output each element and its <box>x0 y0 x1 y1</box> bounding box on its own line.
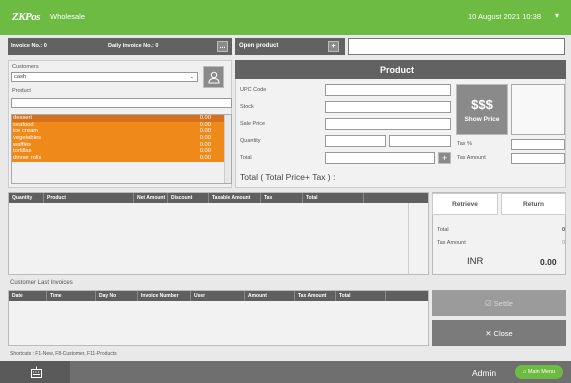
more-button[interactable]: ... <box>217 41 228 52</box>
datetime: 10 August 2021 10:38 <box>468 12 541 21</box>
col-user: User <box>191 291 245 301</box>
total-formula: Total ( Total Price+ Tax ) : <box>240 172 336 182</box>
top-bar: ZKPos Wholesale 10 August 2021 10:38 ▾ <box>0 0 571 35</box>
list-item[interactable]: ice cream 0.00 <box>12 128 231 136</box>
last-invoices-table: Date Time Day No Invoice Number User Amo… <box>8 290 429 346</box>
grand-total: 0.00 <box>540 257 557 267</box>
list-item[interactable]: seafood 0.00 <box>12 121 231 129</box>
customers-selected: cash <box>14 74 27 80</box>
close-button[interactable]: ✕ Close <box>432 320 566 346</box>
keyboard-icon <box>31 366 42 378</box>
list-item[interactable]: tortillas 0.00 <box>12 148 231 156</box>
product-panel-title: Product <box>380 65 415 75</box>
checkbox-icon: ☑ <box>485 298 492 308</box>
shortcuts-hint: Shortcuts : F1-New, F8-Customer, F11-Pro… <box>10 351 117 357</box>
cart-table-scrollbar[interactable] <box>408 203 418 275</box>
quantity-label: Quantity <box>240 138 261 144</box>
product-list: dessert 0.00 seafood 0.00 ice cream 0.00 ve… <box>11 114 232 184</box>
col-inv-total: Total <box>336 291 386 301</box>
col-amount: Amount <box>245 291 295 301</box>
upc-label: UPC Code <box>240 87 267 93</box>
col-product: Product <box>44 193 134 203</box>
tax-pct-label: Tax % <box>457 141 472 147</box>
col-tax: Tax <box>261 193 303 203</box>
tax-pct-input[interactable] <box>511 139 565 150</box>
main-menu-label: Main Menu <box>527 369 556 375</box>
last-invoices-header: Date Time Day No Invoice Number User Amo… <box>9 291 428 301</box>
user-name: Admin <box>472 368 497 378</box>
invoice-no: Invoice No.: 0 <box>11 43 47 49</box>
col-taxable-amount: Taxable Amount <box>209 193 261 203</box>
keyboard-button[interactable] <box>0 361 70 383</box>
main-menu-button[interactable]: ⌂ Main Menu <box>515 365 563 379</box>
cart-table-header: Quantity Product Net Amount Discount Tax… <box>9 193 428 203</box>
tax-amount-input[interactable] <box>511 153 565 164</box>
chevron-down-icon[interactable]: ▾ <box>555 11 559 20</box>
list-item[interactable]: vegetables 0.00 <box>12 135 231 142</box>
upc-input[interactable] <box>325 84 451 96</box>
user-icon <box>207 71 220 83</box>
close-label: Close <box>493 328 513 338</box>
open-product-add-button[interactable]: + <box>328 41 339 52</box>
invoice-bar: Invoice No.: 0 Daily Invoice No.: 0 ... <box>8 38 232 55</box>
summary-total-value: 0 <box>561 227 565 233</box>
open-product-label: Open product <box>239 43 279 49</box>
col-day-no: Day No <box>96 291 138 301</box>
list-scrollbar[interactable] <box>224 115 231 183</box>
settle-label: Settle <box>493 298 513 308</box>
home-icon: ⌂ <box>522 369 527 375</box>
chevron-down-icon: ⌄ <box>189 74 194 80</box>
last-invoices-title: Customer Last Invoices <box>10 280 73 286</box>
currency-label: INR <box>467 256 484 267</box>
col-discount: Discount <box>168 193 209 203</box>
customers-label: Customers <box>12 64 39 70</box>
settle-button[interactable]: ☑ Settle <box>432 290 566 316</box>
open-product-bar: Open product + <box>235 38 345 55</box>
dollar-icon: $$$ <box>471 96 493 112</box>
close-icon: ✕ <box>485 328 492 338</box>
sale-price-label: Sale Price <box>240 121 266 127</box>
total-label: Total <box>240 155 252 161</box>
summary-total-label: Total <box>437 227 449 233</box>
stock-input[interactable] <box>325 101 451 113</box>
summary-tax: Tax Amount 0 <box>437 240 565 246</box>
summary-tax-label: Tax Amount <box>437 240 466 246</box>
tax-amount-label: Tax Amount <box>457 155 486 161</box>
quantity-input[interactable] <box>325 135 386 147</box>
sale-price-input[interactable] <box>325 118 451 130</box>
bottom-bar: Admin ⌂ Main Menu <box>0 361 571 383</box>
daily-invoice-no: Daily Invoice No.: 0 <box>108 43 159 49</box>
retrieve-button[interactable]: Retrieve <box>432 193 498 215</box>
col-date: Date <box>9 291 47 301</box>
quantity-unit-input[interactable] <box>389 135 451 147</box>
show-price-button[interactable]: $$$ Show Price <box>456 84 508 135</box>
list-item[interactable]: dessert 0.00 <box>12 115 231 122</box>
user-button[interactable] <box>203 66 224 88</box>
product-label: Product <box>12 88 31 94</box>
col-net-amount: Net Amount <box>134 193 168 203</box>
summary-tax-value: 0 <box>561 240 565 246</box>
return-button[interactable]: Return <box>501 193 566 215</box>
show-price-label: Show Price <box>464 115 500 123</box>
list-item[interactable]: waffles 0.00 <box>12 141 231 149</box>
add-to-cart-button[interactable]: + <box>438 152 451 164</box>
col-invoice-number: Invoice Number <box>138 291 191 301</box>
col-quantity: Quantity <box>9 193 44 203</box>
total-input[interactable] <box>325 152 435 164</box>
col-time: Time <box>47 291 96 301</box>
summary-total: Total 0 <box>437 227 565 233</box>
product-image <box>511 84 565 135</box>
open-product-input[interactable] <box>348 38 565 55</box>
customers-select[interactable]: cash ⌄ <box>11 72 198 82</box>
mode-label: Wholesale <box>50 12 86 21</box>
list-item[interactable]: dinner rolls 0.00 <box>12 155 231 162</box>
cart-table: Quantity Product Net Amount Discount Tax… <box>8 192 429 275</box>
col-tax-amount: Tax Amount <box>295 291 336 301</box>
stock-label: Stock <box>240 104 254 110</box>
product-input[interactable] <box>11 98 232 108</box>
col-total: Total <box>303 193 364 203</box>
zkpos-logo: ZKPos <box>12 11 41 23</box>
